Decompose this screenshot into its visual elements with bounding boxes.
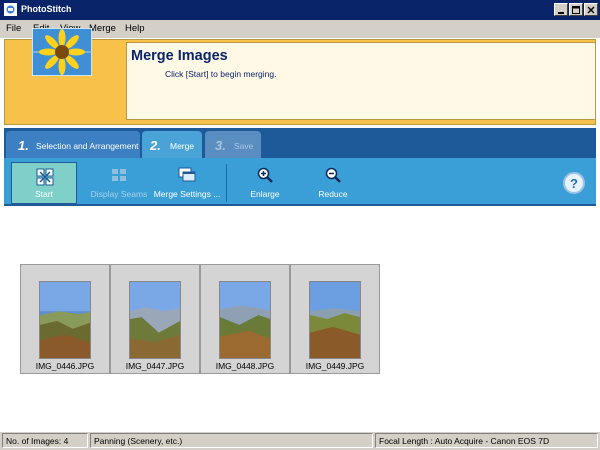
tab-save[interactable]: 3. Save: [205, 131, 261, 159]
minimize-button[interactable]: [554, 3, 568, 16]
seams-grid-icon: [112, 169, 126, 181]
enlarge-button[interactable]: Enlarge: [240, 164, 290, 204]
page-title: Merge Images: [131, 48, 228, 64]
merge-settings-label: Merge Settings ...: [153, 189, 221, 199]
zoom-out-icon: [325, 167, 341, 183]
maximize-icon: [572, 6, 580, 14]
thumbnail-filename: IMG_0446.JPG: [35, 361, 95, 371]
thumbnail-filename: IMG_0447.JPG: [125, 361, 185, 371]
landscape-photo-icon: [219, 281, 271, 359]
tab-number: 2.: [150, 138, 161, 153]
page-subtitle: Click [Start] to begin merging.: [165, 69, 277, 79]
menu-help[interactable]: Help: [125, 23, 145, 34]
status-image-count: No. of Images: 4: [2, 433, 88, 448]
tab-merge[interactable]: 2. Merge: [142, 131, 202, 161]
landscape-photo-icon: [309, 281, 361, 359]
image-thumbnail[interactable]: IMG_0449.JPG: [290, 264, 380, 374]
minimize-icon: [558, 12, 564, 14]
display-seams-button[interactable]: Display Seams: [88, 164, 150, 204]
toolbar-separator: [226, 164, 227, 202]
status-mode: Panning (Scenery, etc.): [90, 433, 373, 448]
reduce-button[interactable]: Reduce: [308, 164, 358, 204]
image-thumbnail[interactable]: IMG_0448.JPG: [200, 264, 290, 374]
menu-merge[interactable]: Merge: [89, 23, 116, 34]
thumbnail-filename: IMG_0449.JPG: [305, 361, 365, 371]
help-button[interactable]: ?: [563, 172, 585, 194]
maximize-button[interactable]: [569, 3, 583, 16]
settings-windows-icon: [178, 167, 196, 182]
tab-label: Save: [234, 141, 254, 151]
close-button[interactable]: [584, 3, 598, 16]
tab-number: 3.: [215, 138, 226, 153]
landscape-photo-icon: [129, 281, 181, 359]
status-focal-length: Focal Length : Auto Acquire - Canon EOS …: [375, 433, 598, 448]
sunflower-panorama-icon: [32, 28, 92, 76]
image-thumbnail[interactable]: IMG_0446.JPG: [20, 264, 110, 374]
help-icon: ?: [570, 176, 578, 191]
start-button[interactable]: Start: [11, 162, 77, 204]
tab-label: Selection and Arrangement: [36, 141, 139, 151]
tab-selection-arrangement[interactable]: 1. Selection and Arrangement: [6, 131, 140, 159]
image-thumbnail[interactable]: IMG_0447.JPG: [110, 264, 200, 374]
reduce-label: Reduce: [318, 189, 348, 199]
start-label: Start: [35, 189, 53, 199]
tab-label: Merge: [170, 141, 195, 151]
thumbnail-filename: IMG_0448.JPG: [215, 361, 275, 371]
zoom-in-icon: [257, 167, 273, 183]
display-seams-label: Display Seams: [90, 189, 148, 199]
stitch-start-icon: [36, 168, 54, 186]
tab-number: 1.: [18, 138, 29, 153]
merge-settings-button[interactable]: Merge Settings ...: [152, 164, 222, 204]
title-bar: PhotoStitch: [0, 0, 600, 20]
enlarge-label: Enlarge: [250, 189, 280, 199]
app-icon: [4, 3, 17, 16]
landscape-photo-icon: [39, 281, 91, 359]
window-title: PhotoStitch: [21, 4, 72, 14]
close-icon: [587, 6, 595, 14]
menu-file[interactable]: File: [6, 23, 21, 34]
